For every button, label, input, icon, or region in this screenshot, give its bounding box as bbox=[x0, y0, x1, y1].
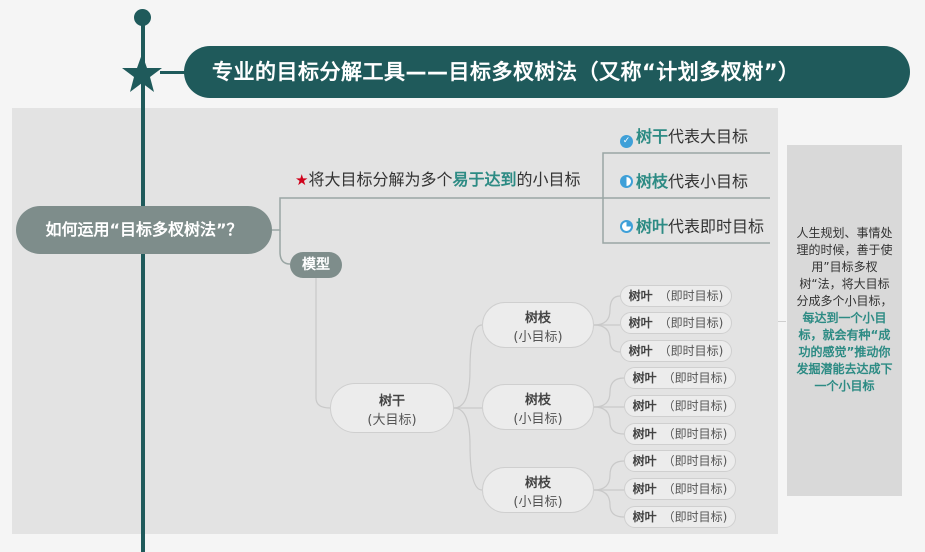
leaf-node: 树叶 （即时目标) bbox=[624, 367, 736, 389]
trunk-label: 树干 bbox=[378, 394, 405, 409]
leaf-sublabel: （即时目标) bbox=[658, 289, 724, 303]
leaf-label: 树叶 bbox=[632, 427, 657, 441]
trunk-sublabel: (大目标) bbox=[367, 413, 417, 428]
leaf-sublabel: （即时目标) bbox=[658, 344, 724, 358]
branch-label: 树枝 bbox=[524, 476, 551, 491]
branch-node: 树枝 (小目标) bbox=[482, 467, 594, 513]
star-icon bbox=[122, 54, 162, 92]
leaf-label: 树叶 bbox=[628, 316, 653, 330]
model-node: 模型 bbox=[290, 252, 342, 278]
legend-item-trunk: ✓ 树干代表大目标 bbox=[620, 123, 748, 148]
leaf-node: 树叶 （即时目标) bbox=[624, 478, 736, 500]
trunk-node: 树干 (大目标) bbox=[330, 383, 454, 433]
branch-sublabel: (小目标) bbox=[513, 495, 563, 510]
note-box: 人生规划、事情处理的时候，善于使用”目标多杈树“法，将大目标分成多个小目标，每达… bbox=[787, 145, 902, 496]
legend-text: 代表大目标 bbox=[668, 127, 749, 146]
branch-text-highlight: 易于达到 bbox=[452, 170, 517, 189]
branch-label: 树枝 bbox=[524, 311, 551, 326]
legend-item-branch: 树枝代表小目标 bbox=[620, 168, 748, 192]
leaf-sublabel: （即时目标) bbox=[662, 427, 728, 441]
leaf-label: 树叶 bbox=[632, 454, 657, 468]
note-text: 人生规划、事情处理的时候，善于使用”目标多杈树“法，将大目标分成多个小目标， bbox=[796, 226, 893, 308]
branch-node: 树枝 (小目标) bbox=[482, 384, 594, 430]
branch-node: 树枝 (小目标) bbox=[482, 302, 594, 348]
leaf-label: 树叶 bbox=[632, 482, 657, 496]
branch-sublabel: (小目标) bbox=[513, 330, 563, 345]
half-circle-icon bbox=[620, 175, 633, 188]
leaf-sublabel: （即时目标) bbox=[662, 482, 728, 496]
leaf-sublabel: （即时目标) bbox=[662, 399, 728, 413]
legend-term: 树叶 bbox=[636, 217, 669, 236]
page-title: 专业的目标分解工具——目标多杈树法（又称“计划多杈树”） bbox=[184, 46, 910, 98]
leaf-sublabel: （即时目标) bbox=[662, 454, 728, 468]
leaf-label: 树叶 bbox=[628, 344, 653, 358]
leaf-sublabel: （即时目标) bbox=[662, 371, 728, 385]
check-circle-icon: ✓ bbox=[620, 135, 633, 148]
quarter-circle-icon bbox=[620, 220, 633, 233]
leaf-node: 树叶 （即时目标) bbox=[624, 423, 736, 445]
leaf-node: 树叶 （即时目标) bbox=[624, 450, 736, 472]
leaf-node: 树叶 （即时目标) bbox=[624, 506, 736, 528]
legend-text: 代表即时目标 bbox=[668, 217, 765, 236]
leaf-label: 树叶 bbox=[632, 510, 657, 524]
branch-text-prefix: 将大目标分解为多个 bbox=[308, 170, 453, 189]
note-connector bbox=[778, 321, 786, 322]
leaf-label: 树叶 bbox=[628, 289, 653, 303]
leaf-node: 树叶 （即时目标) bbox=[624, 395, 736, 417]
legend-term: 树干 bbox=[636, 127, 669, 146]
leaf-label: 树叶 bbox=[632, 399, 657, 413]
timeline-dot bbox=[134, 9, 151, 26]
legend-term: 树枝 bbox=[636, 172, 669, 191]
branch-sublabel: (小目标) bbox=[513, 412, 563, 427]
red-star-icon: ★ bbox=[295, 171, 309, 189]
leaf-node: 树叶 （即时目标) bbox=[620, 312, 732, 334]
decompose-branch: ★将大目标分解为多个易于达到的小目标 bbox=[295, 166, 581, 190]
note-highlight: 每达到一个小目标，就会有种“成功的感觉”推动你发掘潜能去达成下一个小目标 bbox=[796, 311, 893, 393]
legend-item-leaf: 树叶代表即时目标 bbox=[620, 213, 764, 237]
leaf-label: 树叶 bbox=[632, 371, 657, 385]
leaf-sublabel: （即时目标) bbox=[658, 316, 724, 330]
leaf-sublabel: （即时目标) bbox=[662, 510, 728, 524]
branch-text-suffix: 的小目标 bbox=[516, 170, 581, 189]
leaf-node: 树叶 （即时目标) bbox=[620, 340, 732, 362]
root-node: 如何运用“目标多杈树法”？ bbox=[16, 206, 272, 254]
legend-text: 代表小目标 bbox=[668, 172, 749, 191]
branch-label: 树枝 bbox=[524, 393, 551, 408]
leaf-node: 树叶 （即时目标) bbox=[620, 285, 732, 307]
